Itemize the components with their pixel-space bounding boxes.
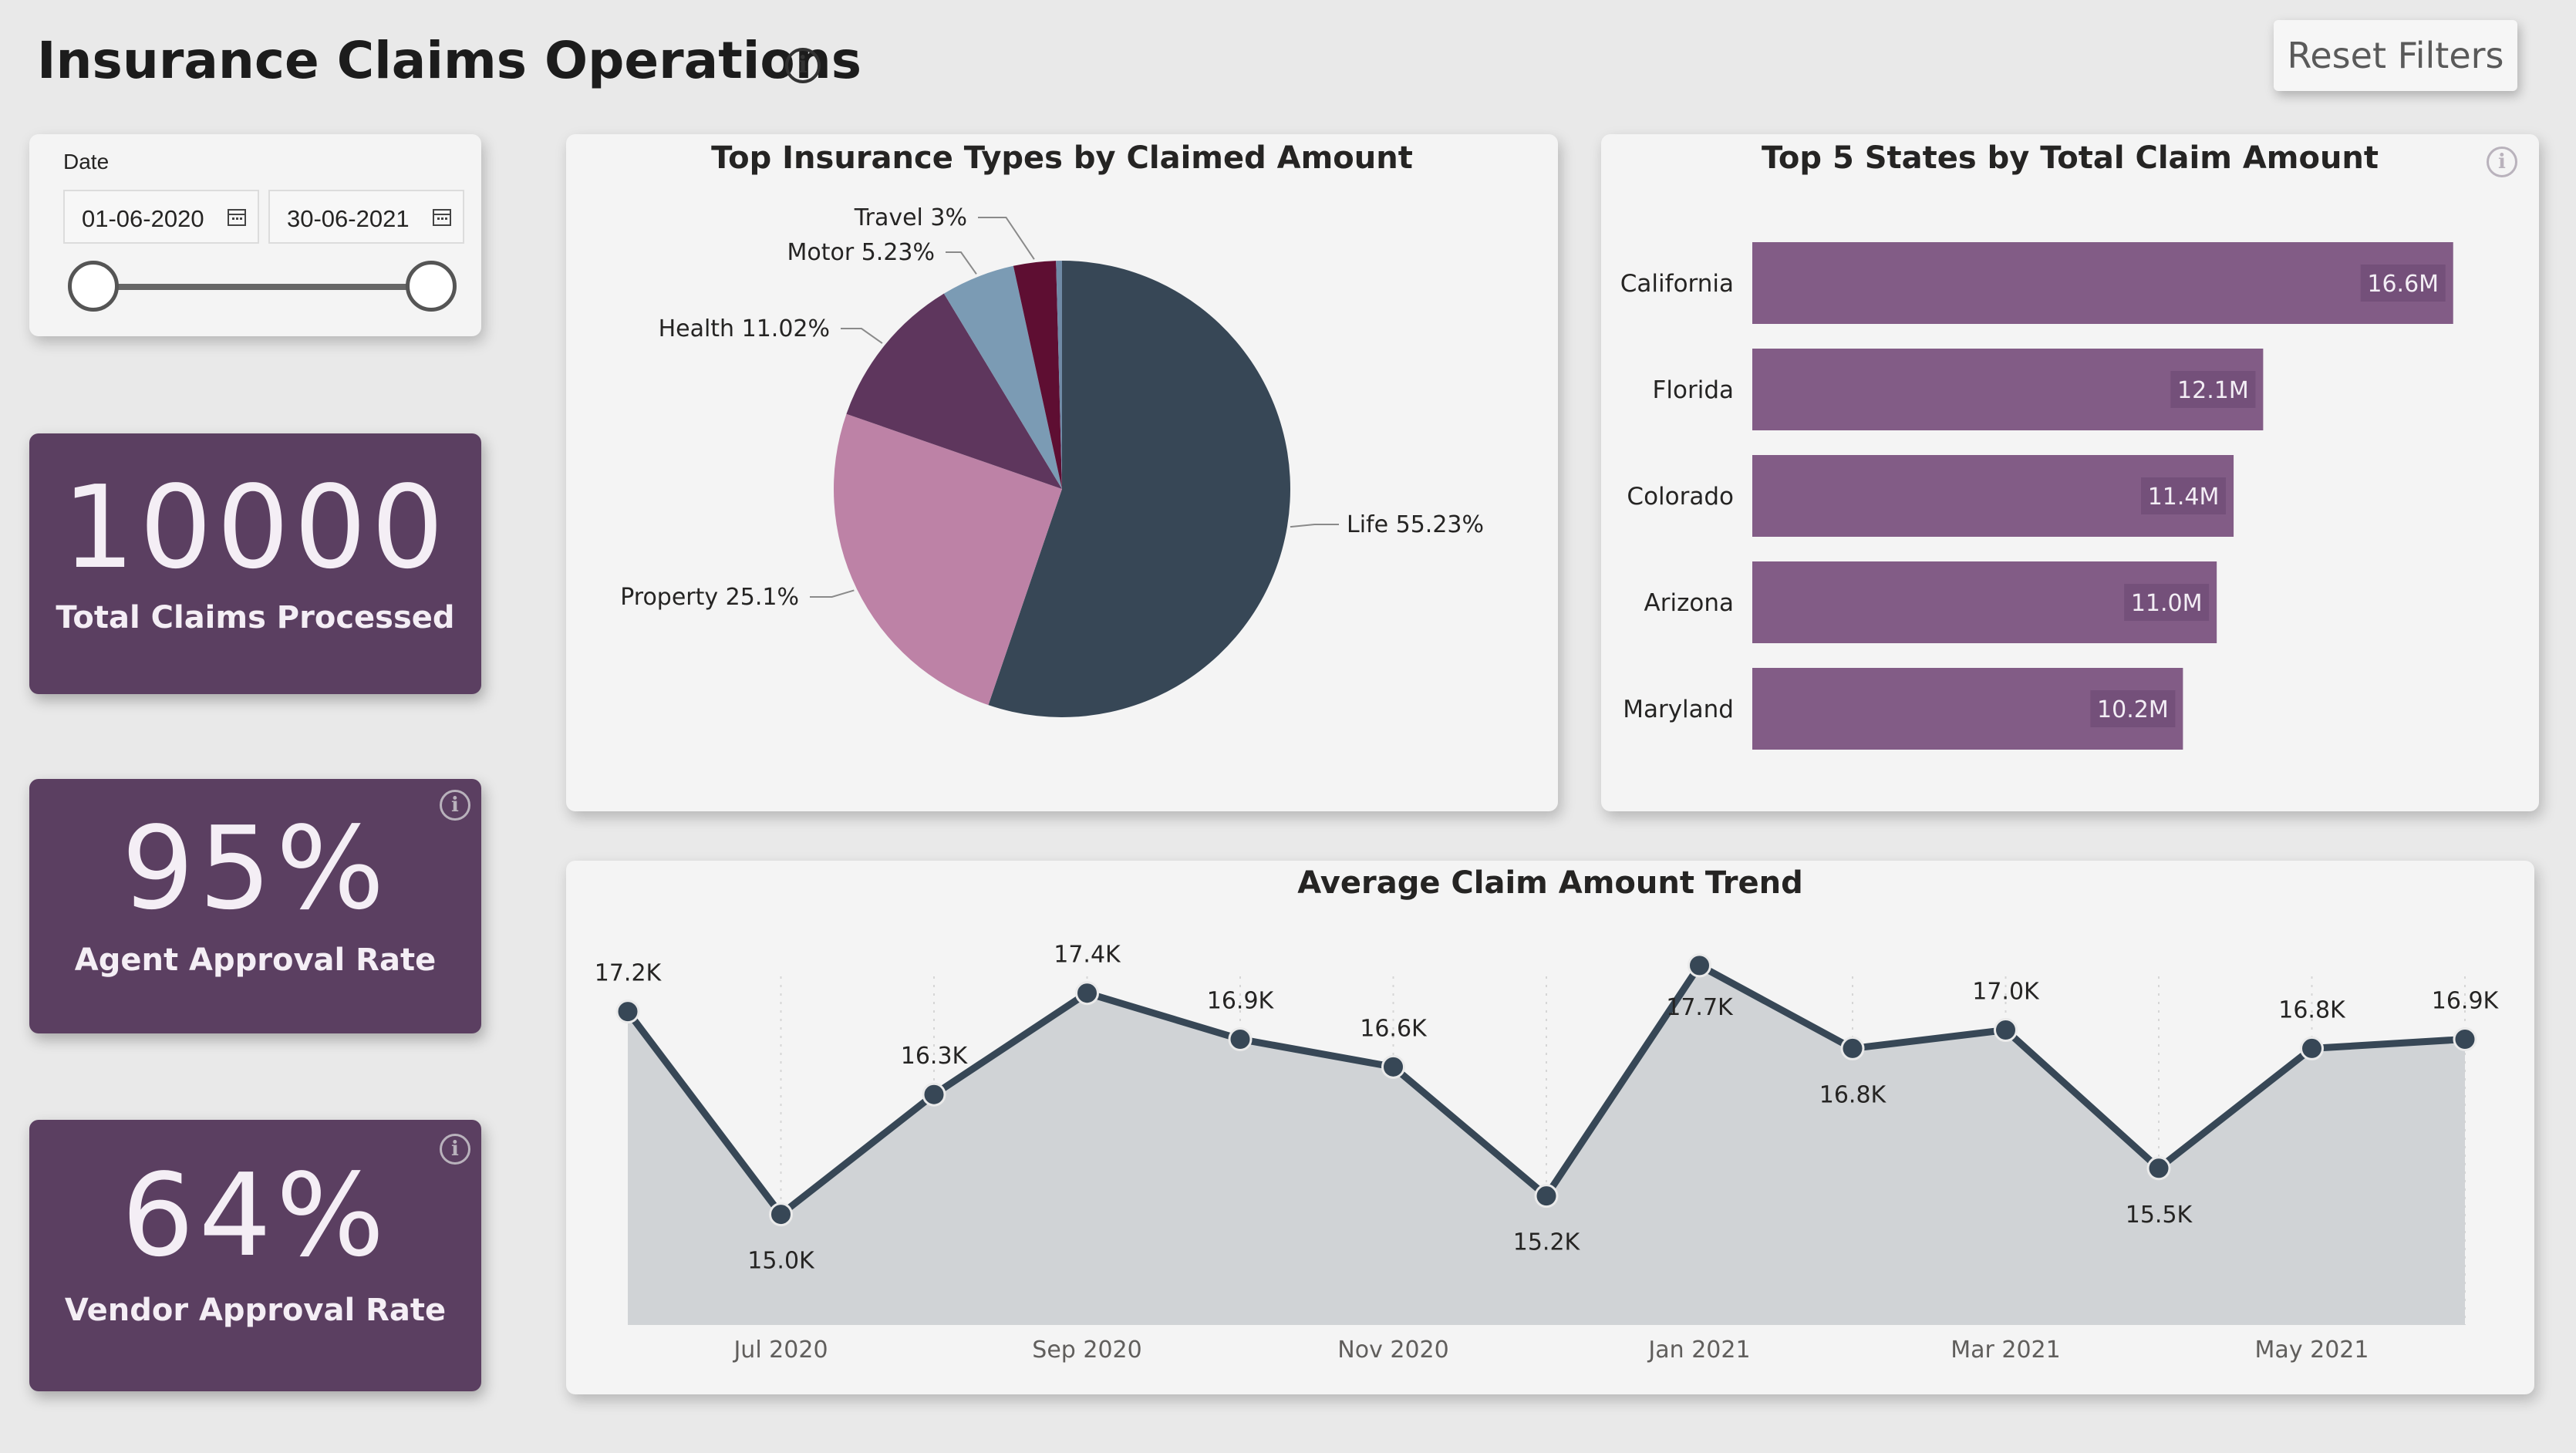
trend-point xyxy=(1840,1036,1865,1060)
reset-filters-button[interactable]: Reset Filters xyxy=(2274,20,2517,91)
bar-category-label: Maryland xyxy=(1623,696,1734,723)
pie-label-health: Health 11.02% xyxy=(659,315,830,342)
trend-value-label: 15.5K xyxy=(2126,1202,2193,1229)
pie-chart-card: Top Insurance Types by Claimed Amount Li… xyxy=(566,134,1558,811)
slider-start-handle[interactable] xyxy=(68,261,119,312)
kpi-label: Agent Approval Rate xyxy=(74,942,437,978)
trend-point xyxy=(615,1000,640,1024)
bar-value-label: 11.4M xyxy=(2148,484,2220,511)
trend-point xyxy=(1381,1054,1405,1079)
pie-leader-line xyxy=(946,251,977,275)
pie-leader-line xyxy=(978,217,1035,260)
bar-category-label: Colorado xyxy=(1627,483,1734,511)
x-axis-tick-label: Nov 2020 xyxy=(1337,1337,1448,1364)
trend-point xyxy=(2146,1156,2171,1181)
trend-point xyxy=(1688,953,1711,978)
bar-category-label: California xyxy=(1620,270,1734,298)
bar-california xyxy=(1752,242,2453,324)
trend-point xyxy=(922,1082,946,1107)
pie-label-travel: Travel 3% xyxy=(854,204,967,231)
trend-value-label: 17.4K xyxy=(1054,942,1121,969)
kpi-value: 10000 xyxy=(62,461,449,594)
pie-label-property: Property 25.1% xyxy=(620,584,799,611)
calendar-icon[interactable] xyxy=(432,207,452,227)
trend-value-label: 15.2K xyxy=(1513,1229,1581,1256)
slider-end-handle[interactable] xyxy=(406,261,457,312)
kpi-value: 95% xyxy=(121,802,389,935)
slicer-label: Date xyxy=(63,150,110,174)
trend-value-label: 16.9K xyxy=(1207,987,1275,1014)
trend-chart: 17.2K 15.0K 16.3K 17.4K 16.9K 16.6K 15.2K 17.7K… xyxy=(595,942,2500,1364)
trend-value-label: 16.3K xyxy=(901,1043,969,1070)
kpi-agent-approval: i 95% Agent Approval Rate xyxy=(29,779,481,1033)
trend-point xyxy=(1075,981,1099,1006)
x-axis-tick-label: Jul 2020 xyxy=(732,1337,828,1364)
trend-chart-card: Average Claim Amount Trend 17.2K 15.0K 16.… xyxy=(566,861,2534,1394)
trend-point xyxy=(1534,1184,1559,1209)
kpi-vendor-approval: i 64% Vendor Approval Rate xyxy=(29,1120,481,1391)
pie-leader-line xyxy=(841,328,883,344)
x-axis-tick-label: Jan 2021 xyxy=(1647,1337,1750,1364)
pie-label-life: Life 55.23% xyxy=(1347,511,1484,538)
kpi-value: 64% xyxy=(121,1149,389,1282)
start-date-value: 01-06-2020 xyxy=(82,205,204,232)
x-axis-tick-label: May 2021 xyxy=(2255,1337,2369,1364)
pie-leader-line xyxy=(810,589,855,598)
trend-point xyxy=(2453,1027,2477,1051)
trend-value-label: 17.2K xyxy=(595,960,663,987)
bar-category-label: Arizona xyxy=(1644,589,1734,617)
trend-point xyxy=(2300,1036,2324,1060)
bar-category-label: Florida xyxy=(1653,376,1734,404)
bar-chart-card: Top 5 States by Total Claim Amount i Cal… xyxy=(1601,134,2539,811)
trend-value-label: 15.0K xyxy=(747,1248,815,1275)
pie-leader-line xyxy=(1290,524,1339,528)
pie-chart: Life 55.23% Property 25.1% Health 11.02% Mo… xyxy=(620,204,1484,717)
date-slicer: Date 01-06-2020 30-06-2021 xyxy=(29,134,481,336)
trend-value-label: 16.9K xyxy=(2432,987,2500,1014)
end-date-input[interactable]: 30-06-2021 xyxy=(268,190,464,244)
trend-value-label: 17.0K xyxy=(1972,979,2040,1006)
trend-point xyxy=(769,1202,793,1227)
pie-label-motor: Motor 5.23% xyxy=(787,239,935,266)
trend-value-label: 17.7K xyxy=(1666,994,1734,1021)
bar-value-label: 12.1M xyxy=(2177,377,2249,404)
x-axis-tick-label: Mar 2021 xyxy=(1951,1337,2061,1364)
bar-value-label: 11.0M xyxy=(2131,590,2203,617)
bar-chart: California 16.6M Florida 12.1M Colorado 11.4M… xyxy=(1620,242,2453,750)
trend-value-label: 16.8K xyxy=(2278,996,2346,1023)
bar-value-label: 16.6M xyxy=(2367,271,2439,298)
kpi-label: Vendor Approval Rate xyxy=(64,1293,447,1328)
start-date-input[interactable]: 01-06-2020 xyxy=(63,190,259,244)
page-title: Insurance Claims Operations xyxy=(37,31,861,90)
slider-track[interactable] xyxy=(94,284,435,290)
calendar-icon[interactable] xyxy=(227,207,247,227)
trend-value-label: 16.6K xyxy=(1360,1015,1428,1042)
trend-point xyxy=(1228,1027,1253,1051)
trend-value-label: 16.8K xyxy=(1819,1081,1887,1108)
end-date-value: 30-06-2021 xyxy=(287,205,410,232)
kpi-label: Total Claims Processed xyxy=(56,600,455,635)
kpi-total-claims: 10000 Total Claims Processed xyxy=(29,433,481,694)
x-axis-tick-label: Sep 2020 xyxy=(1032,1337,1141,1364)
bar-value-label: 10.2M xyxy=(2097,696,2169,723)
trend-point xyxy=(1994,1018,2018,1043)
info-icon[interactable]: i xyxy=(785,48,821,83)
